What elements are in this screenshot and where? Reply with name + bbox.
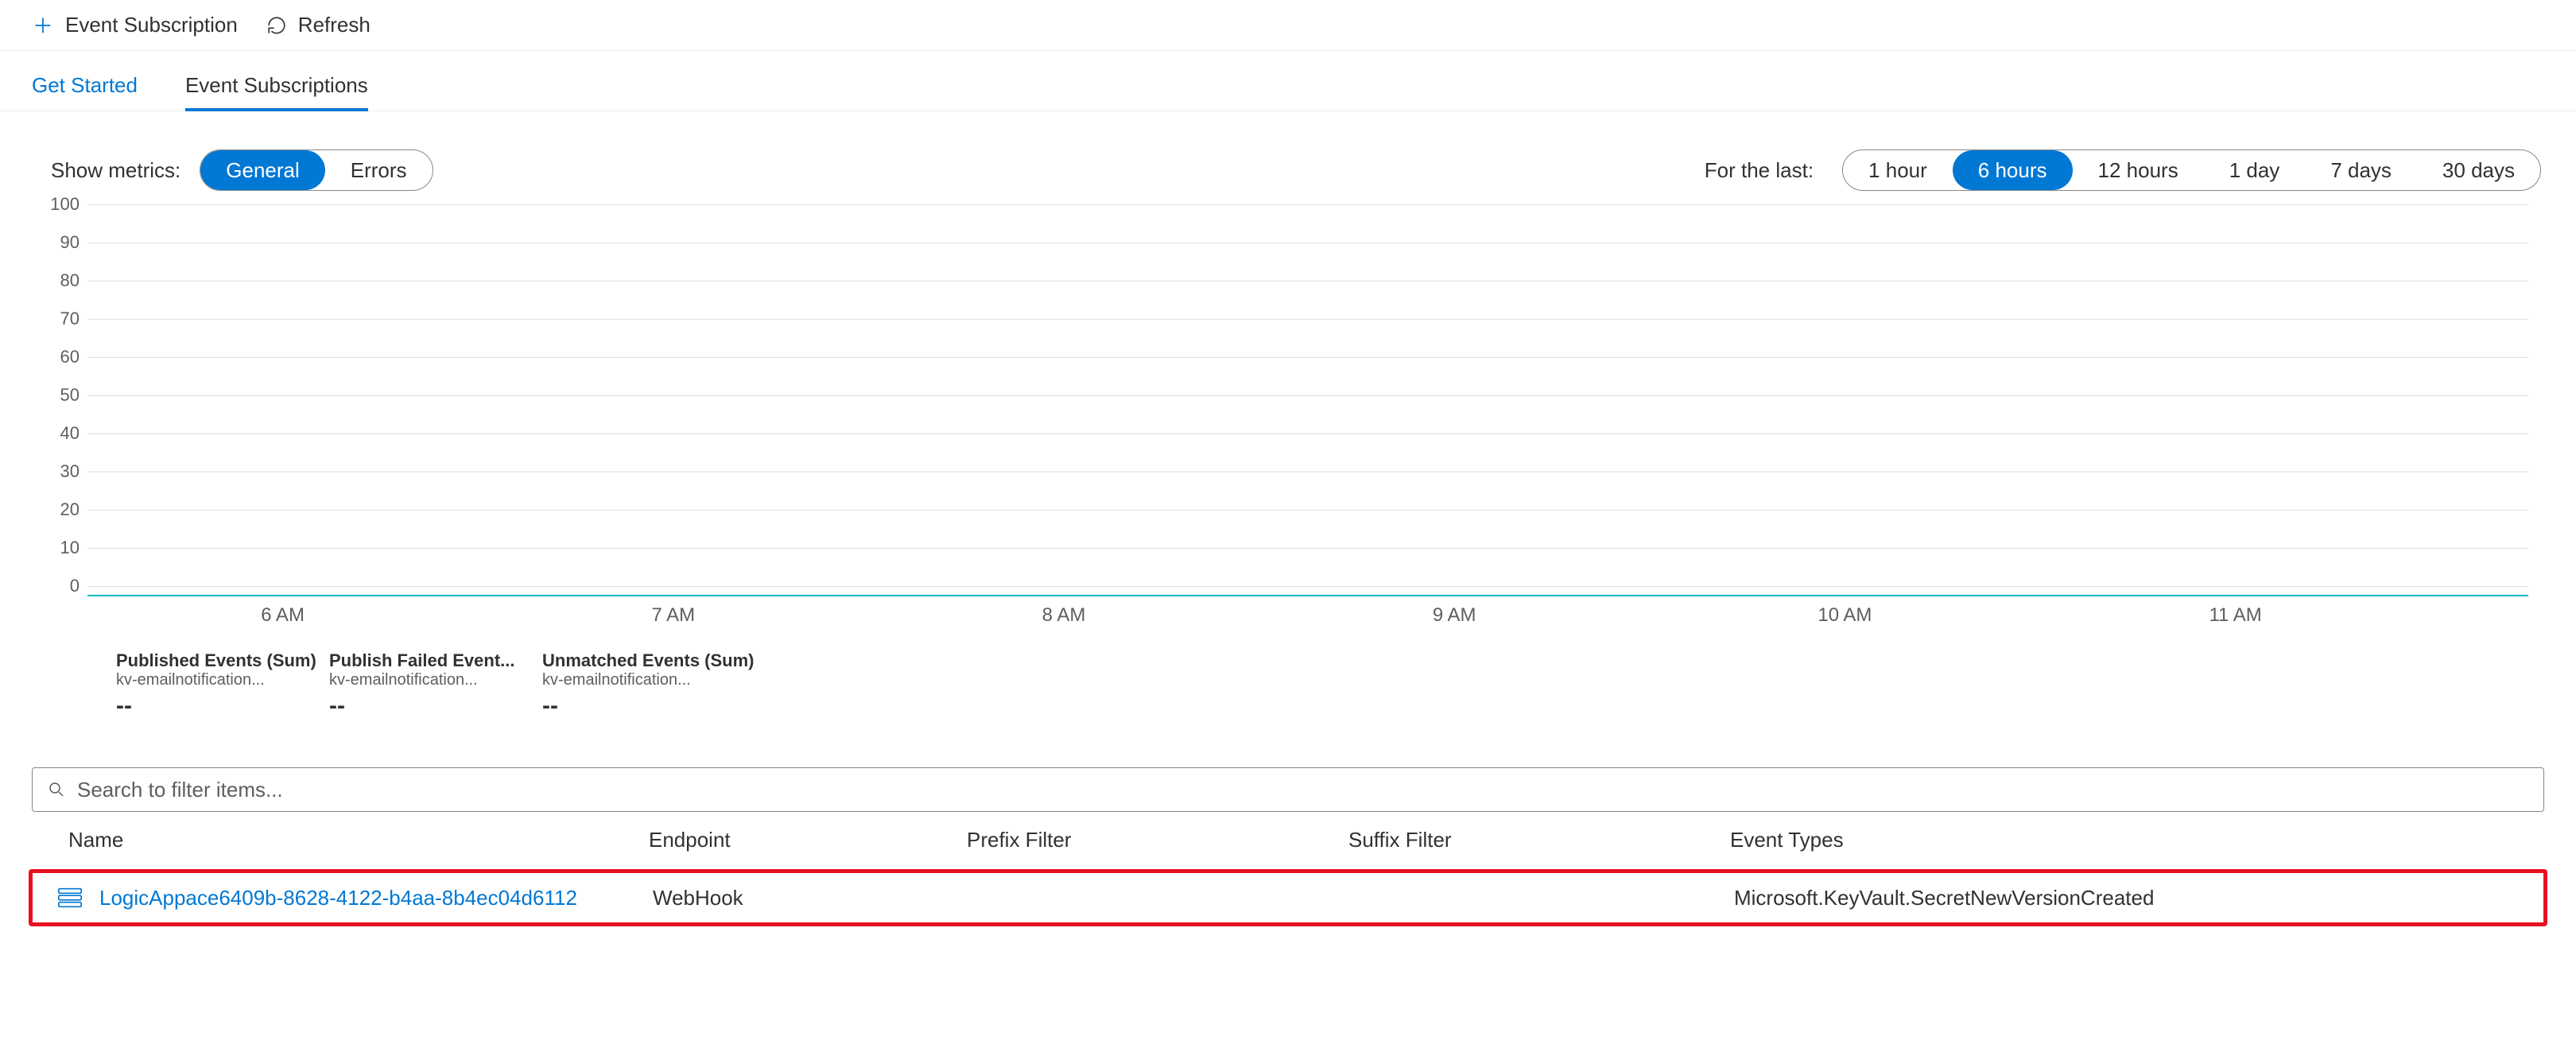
subscriptions-table: Name Endpoint Prefix Filter Suffix Filte… (29, 812, 2547, 926)
tabs: Get Started Event Subscriptions (0, 51, 2576, 111)
x-tick-label: 11 AM (2209, 604, 2261, 627)
tab-get-started[interactable]: Get Started (32, 73, 138, 111)
grid-line (87, 357, 2528, 358)
y-tick-label: 60 (48, 347, 87, 367)
add-event-subscription-label: Event Subscription (65, 13, 238, 37)
legend-series-value: -- (542, 693, 755, 720)
grid-row: 80 (87, 270, 2528, 291)
legend-series-name: Unmatched Events (Sum) (542, 650, 755, 671)
y-tick-label: 40 (48, 423, 87, 444)
refresh-label: Refresh (298, 13, 370, 37)
col-name[interactable]: Name (45, 812, 649, 868)
add-event-subscription-button[interactable]: Event Subscription (32, 13, 238, 37)
y-tick-label: 100 (48, 194, 87, 215)
range-1-hour[interactable]: 1 hour (1843, 150, 1953, 190)
tab-event-subscriptions[interactable]: Event Subscriptions (185, 73, 368, 111)
range-6-hours[interactable]: 6 hours (1953, 150, 2073, 190)
grid-row: 90 (87, 232, 2528, 253)
y-tick-label: 70 (48, 309, 87, 329)
command-bar: Event Subscription Refresh (0, 0, 2576, 51)
metrics-option-errors[interactable]: Errors (325, 150, 433, 190)
range-12-hours[interactable]: 12 hours (2073, 150, 2204, 190)
legend-item[interactable]: Unmatched Events (Sum)kv-emailnotificati… (531, 650, 722, 720)
col-prefix[interactable]: Prefix Filter (967, 812, 1348, 868)
legend-series-value: -- (329, 693, 515, 720)
metrics-toggle: General Errors (200, 149, 433, 191)
x-tick-label: 10 AM (1818, 604, 1872, 627)
legend-series-name: Published Events (Sum) (116, 650, 316, 671)
subscription-name-link[interactable]: LogicAppace6409b-8628-4122-b4aa-8b4ec04d… (99, 886, 577, 910)
grid-line (87, 433, 2528, 434)
x-tick-label: 7 AM (651, 604, 695, 627)
legend-item[interactable]: Publish Failed Event...kv-emailnotificat… (318, 650, 509, 720)
search-icon (47, 780, 66, 799)
grid-row: 30 (87, 461, 2528, 482)
col-types[interactable]: Event Types (1730, 812, 2334, 868)
grid-row: 20 (87, 499, 2528, 520)
grid-line (87, 586, 2528, 587)
grid-line (87, 548, 2528, 549)
cell-types: Microsoft.KeyVault.SecretNewVersionCreat… (1734, 886, 2338, 910)
refresh-icon (266, 15, 287, 36)
x-tick-label: 8 AM (1042, 604, 1086, 627)
plus-icon (32, 14, 54, 37)
grid-row: 70 (87, 309, 2528, 329)
x-tick-label: 6 AM (261, 604, 305, 627)
metrics-option-general[interactable]: General (200, 150, 325, 190)
y-tick-label: 90 (48, 232, 87, 253)
search-input[interactable] (77, 778, 2529, 802)
refresh-button[interactable]: Refresh (266, 13, 370, 37)
y-tick-label: 20 (48, 499, 87, 520)
y-tick-label: 50 (48, 385, 87, 406)
grid-row: 0 (87, 576, 2528, 596)
range-1-day[interactable]: 1 day (2204, 150, 2306, 190)
grid-line (87, 319, 2528, 320)
grid-row: 10 (87, 538, 2528, 558)
event-grid-icon (56, 884, 83, 911)
y-tick-label: 0 (48, 576, 87, 596)
grid-row: 50 (87, 385, 2528, 406)
time-range-toggle: 1 hour 6 hours 12 hours 1 day 7 days 30 … (1842, 149, 2541, 191)
col-suffix[interactable]: Suffix Filter (1348, 812, 1730, 868)
range-30-days[interactable]: 30 days (2417, 150, 2540, 190)
col-endpoint[interactable]: Endpoint (649, 812, 967, 868)
legend-series-value: -- (116, 693, 316, 720)
table-row[interactable]: LogicAppace6409b-8628-4122-b4aa-8b4ec04d… (29, 869, 2547, 926)
legend-series-resource: kv-emailnotification... (116, 671, 316, 689)
y-tick-label: 10 (48, 538, 87, 558)
search-box[interactable] (32, 767, 2544, 812)
chart-legend: Published Events (Sum)kv-emailnotificati… (48, 636, 2528, 720)
legend-series-resource: kv-emailnotification... (329, 671, 515, 689)
cell-endpoint: WebHook (653, 886, 971, 910)
legend-series-name: Publish Failed Event... (329, 650, 515, 671)
range-7-days[interactable]: 7 days (2305, 150, 2417, 190)
grid-line (87, 204, 2528, 205)
show-metrics-label: Show metrics: (51, 158, 180, 183)
grid-row: 60 (87, 347, 2528, 367)
grid-line (87, 395, 2528, 396)
table-header: Name Endpoint Prefix Filter Suffix Filte… (29, 812, 2547, 869)
metrics-chart: 0102030405060708090100 6 AM7 AM8 AM9 AM1… (48, 215, 2528, 720)
grid-row: 100 (87, 194, 2528, 215)
x-tick-label: 9 AM (1433, 604, 1476, 627)
y-tick-label: 80 (48, 270, 87, 291)
grid-row: 40 (87, 423, 2528, 444)
legend-series-resource: kv-emailnotification... (542, 671, 755, 689)
for-the-last-label: For the last: (1705, 158, 1814, 183)
y-tick-label: 30 (48, 461, 87, 482)
legend-item[interactable]: Published Events (Sum)kv-emailnotificati… (105, 650, 296, 720)
